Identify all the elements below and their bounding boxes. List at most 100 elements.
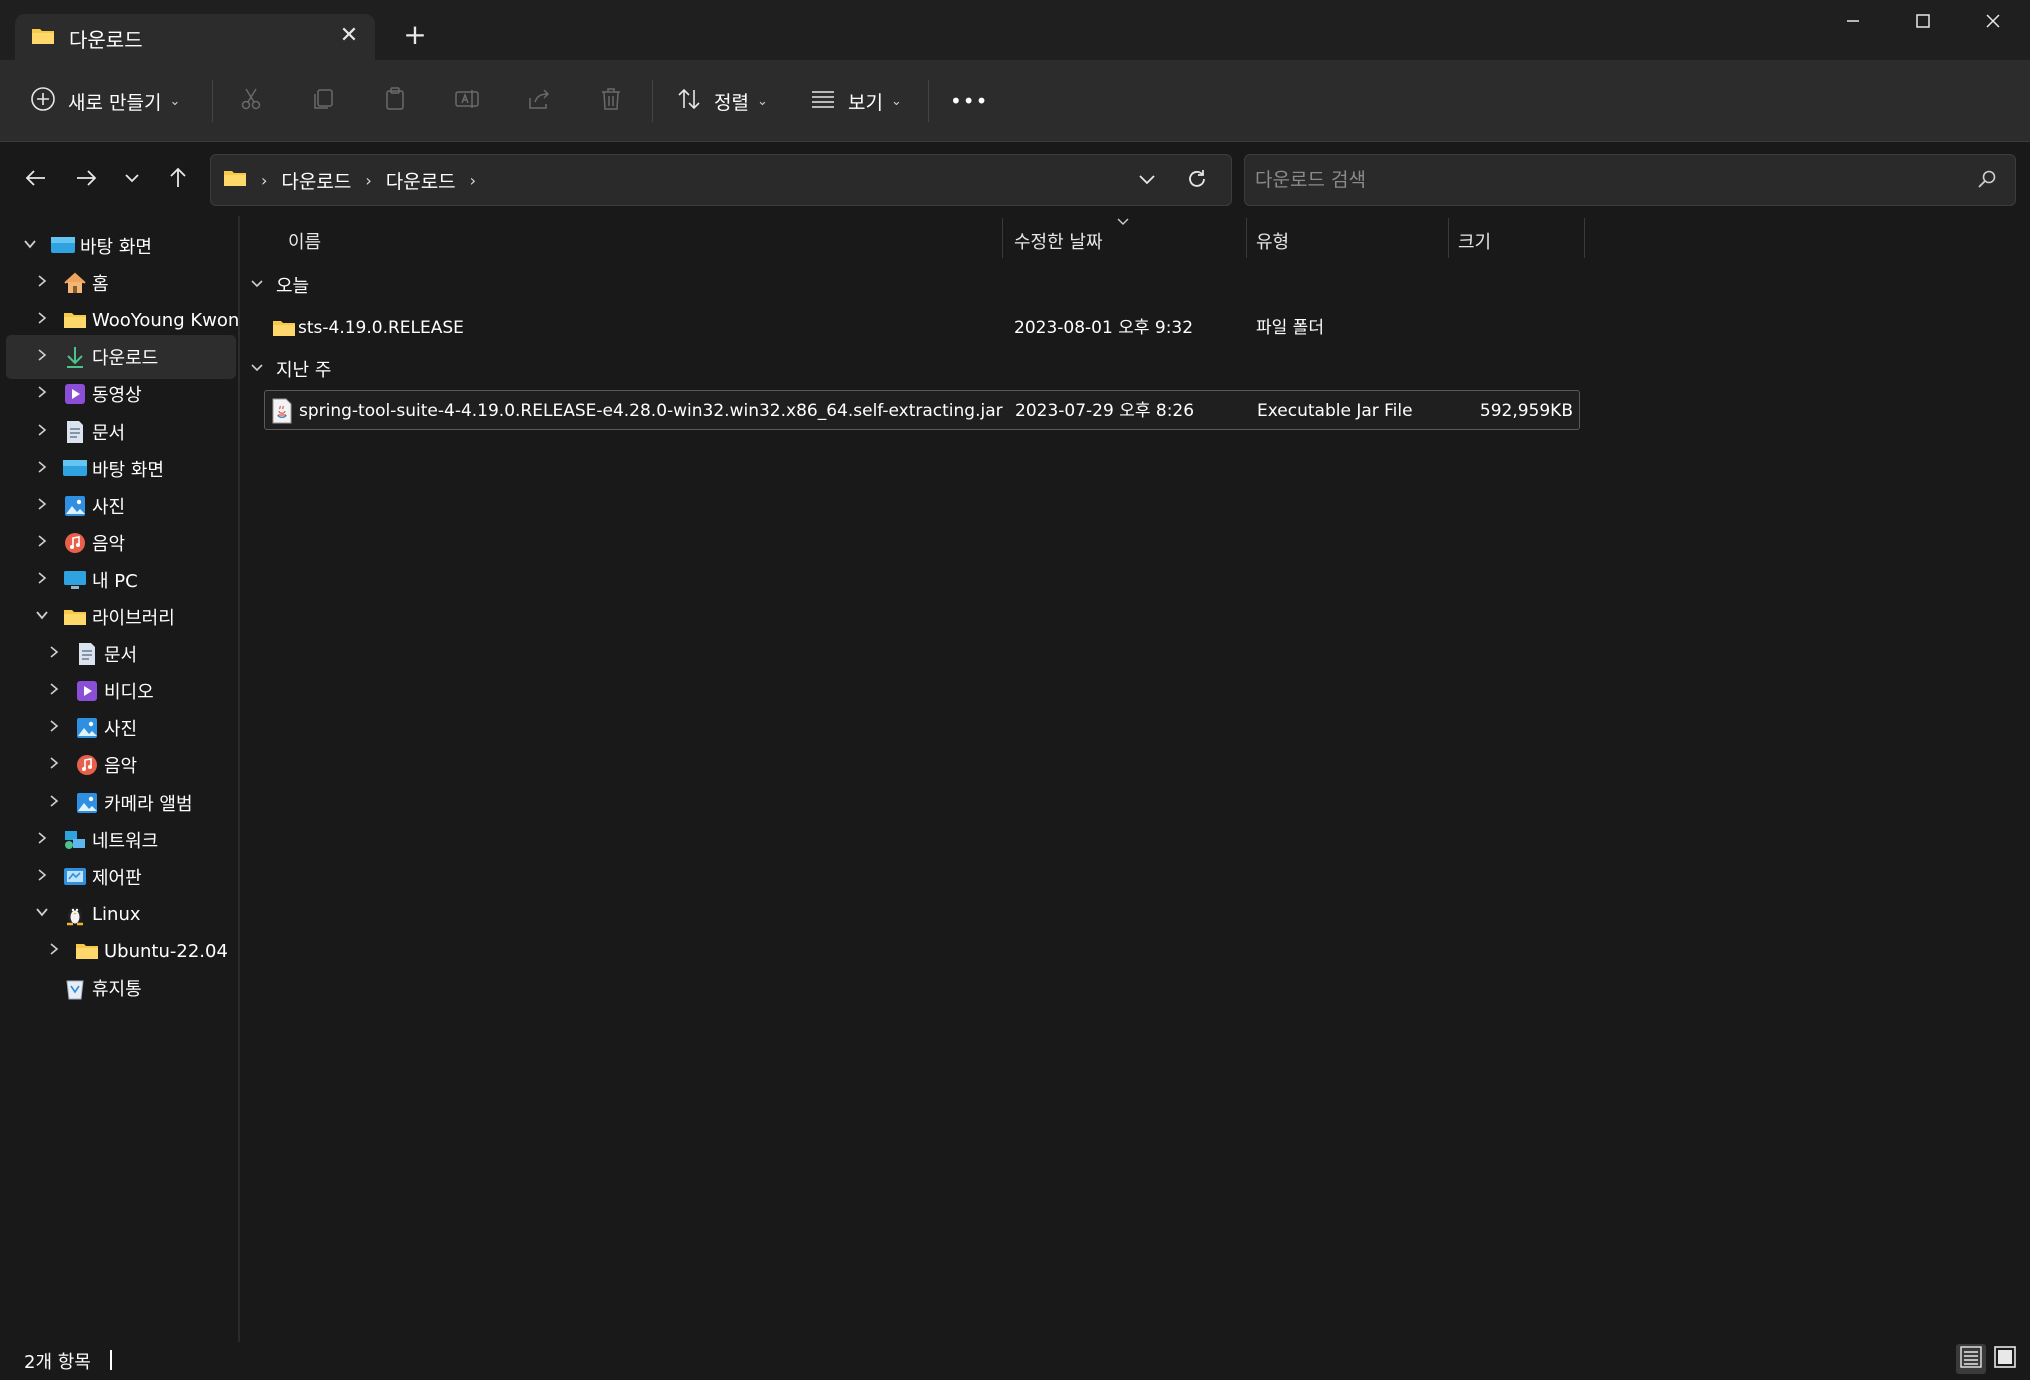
sidebar-item-label: 문서: [104, 645, 138, 666]
column-divider[interactable]: [1448, 218, 1449, 258]
search-input[interactable]: [1255, 163, 1935, 197]
chevron-down-icon: [123, 169, 141, 192]
column-divider[interactable]: [1584, 218, 1585, 258]
chevron-right-icon[interactable]: [32, 348, 52, 366]
chevron-down-icon: ⌄: [890, 93, 902, 109]
maximize-button[interactable]: [1888, 0, 1958, 46]
folder-icon: [74, 938, 100, 964]
copy-button[interactable]: [300, 78, 346, 124]
breadcrumb-separator[interactable]: ›: [470, 171, 476, 190]
chevron-right-icon[interactable]: [32, 311, 52, 329]
search-box[interactable]: [1244, 154, 2016, 206]
details-view-button[interactable]: [1956, 1344, 1986, 1374]
recent-locations-button[interactable]: [112, 160, 152, 200]
column-header-size[interactable]: 크기: [1458, 218, 1491, 264]
desktop-icon: [62, 456, 88, 482]
chevron-down-icon[interactable]: [32, 905, 52, 923]
chevron-right-icon[interactable]: [44, 682, 64, 700]
address-history-button[interactable]: [1131, 165, 1163, 197]
chevron-right-icon[interactable]: [32, 460, 52, 478]
sidebar-item-label: 홈: [92, 274, 109, 295]
sidebar-item-label: 바탕 화면: [80, 237, 152, 258]
chevron-right-icon[interactable]: [44, 942, 64, 960]
folder-icon: [62, 604, 88, 630]
refresh-icon: [1186, 168, 1208, 195]
tab-downloads[interactable]: 다운로드 ✕: [15, 14, 375, 60]
sidebar-item-label: 라이브러리: [92, 608, 175, 629]
group-header-today[interactable]: 오늘: [250, 270, 309, 300]
chevron-right-icon[interactable]: [44, 794, 64, 812]
control-panel-icon: [62, 864, 88, 890]
chevron-right-icon[interactable]: [32, 831, 52, 849]
navigation-bar: › 다운로드 › 다운로드 ›: [0, 142, 2030, 216]
chevron-right-icon[interactable]: [32, 423, 52, 441]
address-bar[interactable]: › 다운로드 › 다운로드 ›: [210, 154, 1232, 206]
sidebar-item-label: 바탕 화면: [92, 460, 164, 481]
sidebar-item-label: Ubuntu-22.04: [104, 940, 228, 962]
chevron-right-icon[interactable]: [44, 719, 64, 737]
chevron-right-icon[interactable]: [44, 756, 64, 774]
close-tab-button[interactable]: ✕: [335, 22, 363, 50]
breadcrumb-item[interactable]: 다운로드: [386, 167, 456, 194]
refresh-button[interactable]: [1179, 163, 1215, 199]
sidebar-item-label: 문서: [92, 423, 126, 444]
column-divider[interactable]: [1002, 218, 1003, 258]
sidebar-item-label: 다운로드: [92, 348, 159, 369]
breadcrumb-item[interactable]: 다운로드: [281, 167, 351, 194]
file-type: 파일 폴더: [1256, 318, 1324, 338]
document-icon: [74, 641, 100, 667]
sidebar-item[interactable]: 휴지통: [6, 966, 236, 1010]
delete-button[interactable]: [588, 78, 634, 124]
chevron-right-icon[interactable]: [32, 868, 52, 886]
chevron-down-icon: ⌄: [756, 93, 768, 109]
column-header-name[interactable]: 이름: [288, 218, 321, 264]
chevron-down-icon[interactable]: [32, 608, 52, 626]
more-options-button[interactable]: •••: [950, 76, 988, 126]
share-button[interactable]: [516, 78, 562, 124]
sidebar-item-label: Linux: [92, 903, 141, 925]
folder-icon: [31, 26, 55, 51]
chevron-down-icon[interactable]: [20, 237, 40, 255]
large-icons-view-button[interactable]: [1990, 1344, 2020, 1374]
toolbar-divider: [212, 80, 213, 122]
navigation-pane: 바탕 화면 홈 WooYoung Kwon 다운로드 동영상 문서 바탕 화면 사진 음악 내 P…: [0, 216, 239, 1342]
folder-icon: [272, 308, 296, 348]
minimize-button[interactable]: [1818, 0, 1888, 46]
pc-icon: [62, 567, 88, 593]
download-icon: [62, 344, 88, 370]
rename-button[interactable]: [444, 78, 490, 124]
column-divider[interactable]: [1246, 218, 1247, 258]
back-button[interactable]: [16, 160, 56, 200]
column-header-modified[interactable]: 수정한 날짜: [1014, 218, 1103, 264]
new-tab-button[interactable]: +: [398, 18, 432, 52]
chevron-down-icon: [250, 361, 264, 377]
cut-button[interactable]: [228, 78, 274, 124]
document-icon: [62, 419, 88, 445]
chevron-right-icon[interactable]: [32, 274, 52, 292]
new-button[interactable]: 새로 만들기 ⌄: [30, 76, 180, 126]
home-icon: [62, 270, 88, 296]
paste-button[interactable]: [372, 78, 418, 124]
up-button[interactable]: [158, 160, 198, 200]
breadcrumb: › 다운로드 › 다운로드 ›: [223, 155, 490, 205]
chevron-right-icon[interactable]: [44, 645, 64, 663]
sidebar-item-label: 비디오: [104, 682, 154, 703]
chevron-right-icon[interactable]: [32, 571, 52, 589]
video-icon: [74, 678, 100, 704]
copy-icon: [310, 86, 336, 117]
new-button-label: 새로 만들기: [68, 91, 162, 114]
chevron-right-icon[interactable]: [32, 385, 52, 403]
chevron-right-icon[interactable]: [32, 534, 52, 552]
scissors-icon: [238, 86, 264, 117]
view-button[interactable]: 보기 ⌄: [810, 76, 902, 126]
close-window-button[interactable]: [1958, 0, 2028, 46]
file-list: 이름 수정한 날짜 유형 크기 오늘 sts-4.19.0.RELEASE 20…: [240, 216, 2030, 1342]
file-row[interactable]: sts-4.19.0.RELEASE 2023-08-01 오후 9:32 파일…: [262, 308, 1580, 348]
column-header-type[interactable]: 유형: [1256, 218, 1289, 264]
forward-button[interactable]: [66, 160, 106, 200]
sort-button[interactable]: 정렬 ⌄: [676, 76, 768, 126]
file-row[interactable]: spring-tool-suite-4-4.19.0.RELEASE-e4.28…: [264, 390, 1580, 430]
group-header-last-week[interactable]: 지난 주: [250, 354, 331, 384]
chevron-right-icon[interactable]: [32, 497, 52, 515]
video-icon: [62, 381, 88, 407]
